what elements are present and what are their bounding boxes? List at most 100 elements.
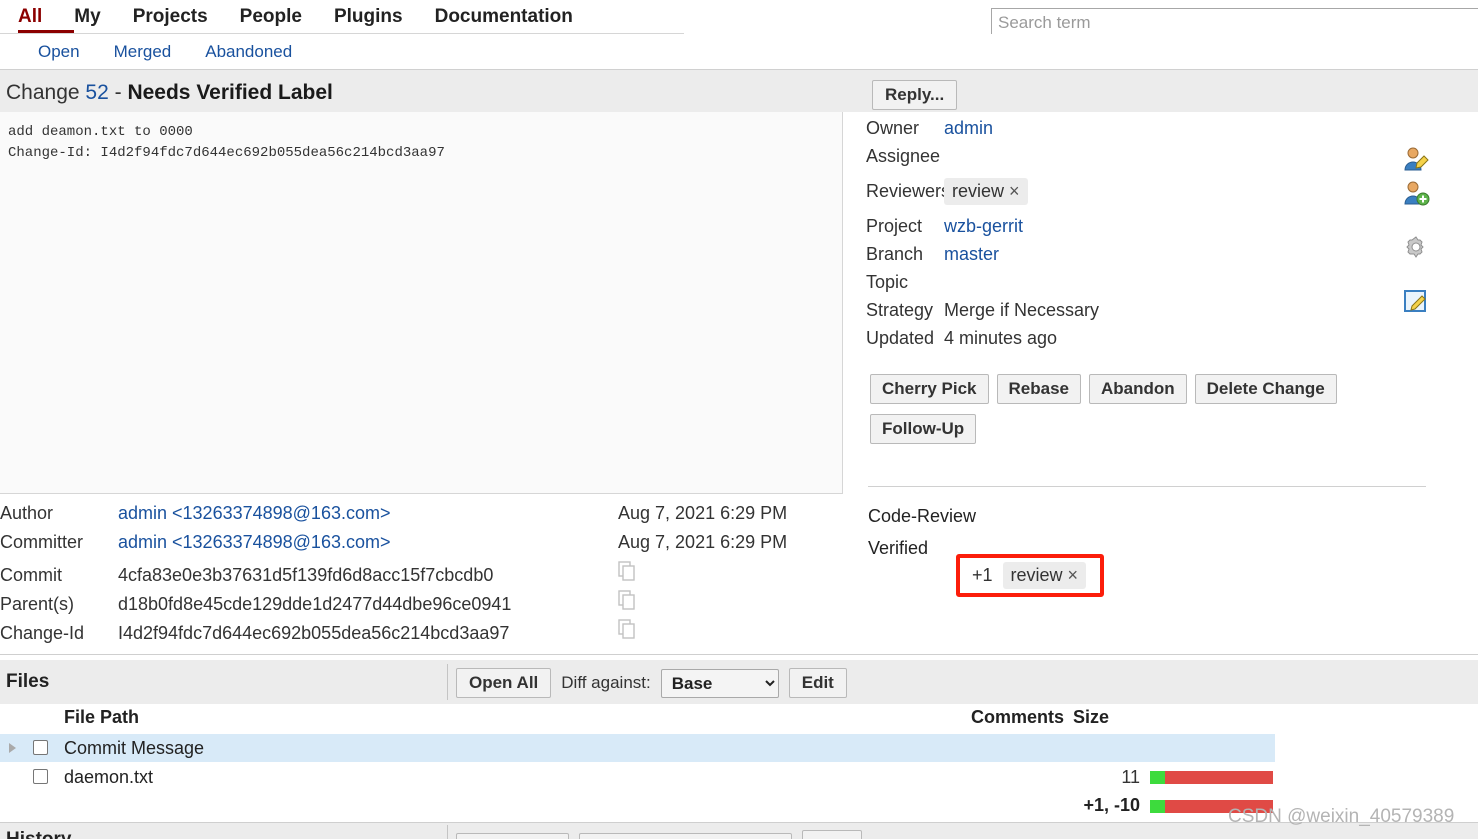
metadata-row-assignee: Assignee bbox=[866, 146, 1426, 174]
verified-score: +1 bbox=[972, 565, 993, 585]
commit-detail-table: Author admin <13263374898@163.com> Aug 7… bbox=[0, 503, 860, 648]
commit-label: Commit bbox=[0, 565, 62, 585]
assignee-label: Assignee bbox=[866, 146, 941, 166]
wechat-button[interactable]: 微信 bbox=[802, 830, 863, 839]
nav-tab-projects[interactable]: Projects bbox=[133, 0, 208, 34]
change-title-dash: - bbox=[114, 81, 122, 104]
reviewer-chip[interactable]: review × bbox=[944, 177, 1028, 205]
project-value[interactable]: wzb-gerrit bbox=[944, 216, 1023, 237]
reviewer-chip-label: review bbox=[952, 180, 1005, 201]
table-row[interactable]: Commit Message bbox=[0, 734, 1275, 762]
detail-bottom-divider bbox=[0, 654, 1478, 655]
change-number-link[interactable]: 52 bbox=[85, 81, 108, 104]
nav-tab-documentation[interactable]: Documentation bbox=[435, 0, 573, 34]
metadata-row-topic: Topic bbox=[866, 272, 1426, 300]
table-row[interactable]: daemon.txt 11 bbox=[0, 763, 1478, 791]
label-row-verified: Verified +1 review × bbox=[868, 532, 1428, 597]
labels-divider bbox=[868, 486, 1426, 487]
file-name[interactable]: Commit Message bbox=[64, 738, 204, 759]
copy-commit-icon[interactable] bbox=[618, 561, 636, 586]
follow-up-button[interactable]: Follow-Up bbox=[870, 414, 977, 444]
metadata-row-owner: Owner admin bbox=[866, 118, 1426, 146]
commit-message-panel: add deamon.txt to 0000 Change-Id: I4d2f9… bbox=[0, 112, 843, 494]
history-header-separator bbox=[447, 825, 448, 839]
file-size-value: 11 bbox=[1121, 767, 1140, 787]
reviewer-chip-remove-icon[interactable]: × bbox=[1009, 181, 1020, 201]
verified-voter-remove-icon[interactable]: × bbox=[1068, 565, 1079, 585]
diff-against-label: Diff against: bbox=[561, 673, 651, 692]
copy-change-id-icon[interactable] bbox=[618, 619, 636, 644]
updated-label: Updated bbox=[866, 328, 935, 348]
approval-labels: Code-Review Verified +1 review × bbox=[868, 500, 1428, 597]
commit-message-change-id: Change-Id: I4d2f94fdc7d644ec692b055dea56… bbox=[8, 145, 445, 161]
commit-hash: 4cfa83e0e3b37631d5f139fd6d8acc15f7cbcdb0 bbox=[118, 565, 494, 585]
history-controls: Expand All Hide tagged comments 微信 bbox=[456, 830, 863, 839]
size-bar-insertions bbox=[1150, 771, 1165, 784]
hide-tagged-comments-button[interactable]: Hide tagged comments bbox=[579, 832, 793, 839]
subnav-link-merged[interactable]: Merged bbox=[114, 42, 172, 62]
user-edit-icon[interactable] bbox=[1402, 145, 1430, 173]
size-bar-deletions bbox=[1165, 771, 1273, 784]
files-header-separator bbox=[447, 664, 448, 700]
subnav-link-open[interactable]: Open bbox=[38, 42, 80, 62]
change-title-prefix: Change bbox=[6, 81, 80, 104]
verified-voter-name: review bbox=[1010, 565, 1063, 585]
metadata-row-project: Project wzb-gerrit bbox=[866, 216, 1426, 244]
branch-label: Branch bbox=[866, 244, 924, 264]
detail-row-commit: Commit 4cfa83e0e3b37631d5f139fd6d8acc15f… bbox=[0, 561, 860, 590]
history-section-title: History bbox=[6, 829, 71, 839]
file-checkbox[interactable] bbox=[33, 769, 48, 784]
committer-label: Committer bbox=[0, 532, 84, 552]
change-metadata-panel: Owner admin Assignee Reviewers review × P… bbox=[866, 118, 1426, 356]
metadata-icon-rail bbox=[1402, 145, 1436, 315]
subnav-link-abandoned[interactable]: Abandoned bbox=[205, 42, 292, 62]
nav-tab-people[interactable]: People bbox=[240, 0, 302, 34]
nav-tab-all[interactable]: All bbox=[18, 0, 42, 34]
column-header-comments: Comments bbox=[971, 707, 1065, 727]
file-name[interactable]: daemon.txt bbox=[64, 767, 153, 788]
detail-row-author: Author admin <13263374898@163.com> Aug 7… bbox=[0, 503, 860, 532]
user-add-icon[interactable] bbox=[1402, 179, 1430, 207]
totals-bar-insertions bbox=[1150, 800, 1165, 813]
open-all-button[interactable]: Open All bbox=[456, 668, 552, 698]
rail-spacer-b bbox=[1402, 207, 1436, 233]
committer-value[interactable]: admin <13263374898@163.com> bbox=[118, 532, 618, 553]
copy-parent-icon[interactable] bbox=[618, 590, 636, 615]
detail-row-committer: Committer admin <13263374898@163.com> Au… bbox=[0, 532, 860, 561]
metadata-row-reviewers: Reviewers review × bbox=[866, 174, 1426, 208]
owner-value[interactable]: admin bbox=[944, 118, 993, 139]
strategy-label: Strategy bbox=[866, 300, 934, 320]
diff-against-select[interactable]: Base bbox=[660, 668, 779, 698]
label-row-code-review: Code-Review bbox=[868, 500, 1428, 532]
change-id-label: Change-Id bbox=[0, 623, 85, 643]
rebase-button[interactable]: Rebase bbox=[996, 374, 1081, 404]
branch-value[interactable]: master bbox=[944, 244, 999, 265]
cherry-pick-button[interactable]: Cherry Pick bbox=[870, 374, 989, 404]
change-actions-row-2: Follow-Up bbox=[870, 414, 1430, 444]
edit-button[interactable]: Edit bbox=[788, 668, 847, 698]
reply-button[interactable]: Reply... bbox=[872, 80, 958, 110]
reviewers-label: Reviewers bbox=[866, 180, 951, 201]
verified-label: Verified bbox=[868, 537, 929, 558]
page-title: Change 52 - Needs Verified Label bbox=[6, 81, 333, 105]
file-checkbox[interactable] bbox=[33, 740, 48, 755]
abandon-button[interactable]: Abandon bbox=[1088, 374, 1187, 404]
author-date: Aug 7, 2021 6:29 PM bbox=[618, 503, 788, 523]
parents-label: Parent(s) bbox=[0, 594, 75, 614]
files-controls: Open All Diff against: Base Edit bbox=[456, 668, 847, 698]
nav-tab-my[interactable]: My bbox=[74, 0, 100, 34]
edit-pencil-icon[interactable] bbox=[1402, 287, 1430, 315]
gear-icon[interactable] bbox=[1402, 233, 1430, 261]
parent-hash: d18b0fd8e45cde129dde1d2477d44dbe96ce0941 bbox=[118, 594, 512, 614]
nav-tab-plugins[interactable]: Plugins bbox=[334, 0, 403, 34]
verified-voter-chip[interactable]: review × bbox=[1002, 562, 1087, 589]
delete-change-button[interactable]: Delete Change bbox=[1194, 374, 1337, 404]
code-review-label: Code-Review bbox=[868, 505, 977, 526]
owner-label: Owner bbox=[866, 118, 920, 138]
author-value[interactable]: admin <13263374898@163.com> bbox=[118, 503, 618, 524]
expand-all-button[interactable]: Expand All bbox=[456, 832, 570, 839]
change-id-value: I4d2f94fdc7d644ec692b055dea56c214bcd3aa9… bbox=[118, 623, 510, 643]
project-label: Project bbox=[866, 216, 923, 236]
expand-arrow-icon[interactable] bbox=[9, 743, 16, 753]
strategy-value: Merge if Necessary bbox=[944, 300, 1100, 320]
